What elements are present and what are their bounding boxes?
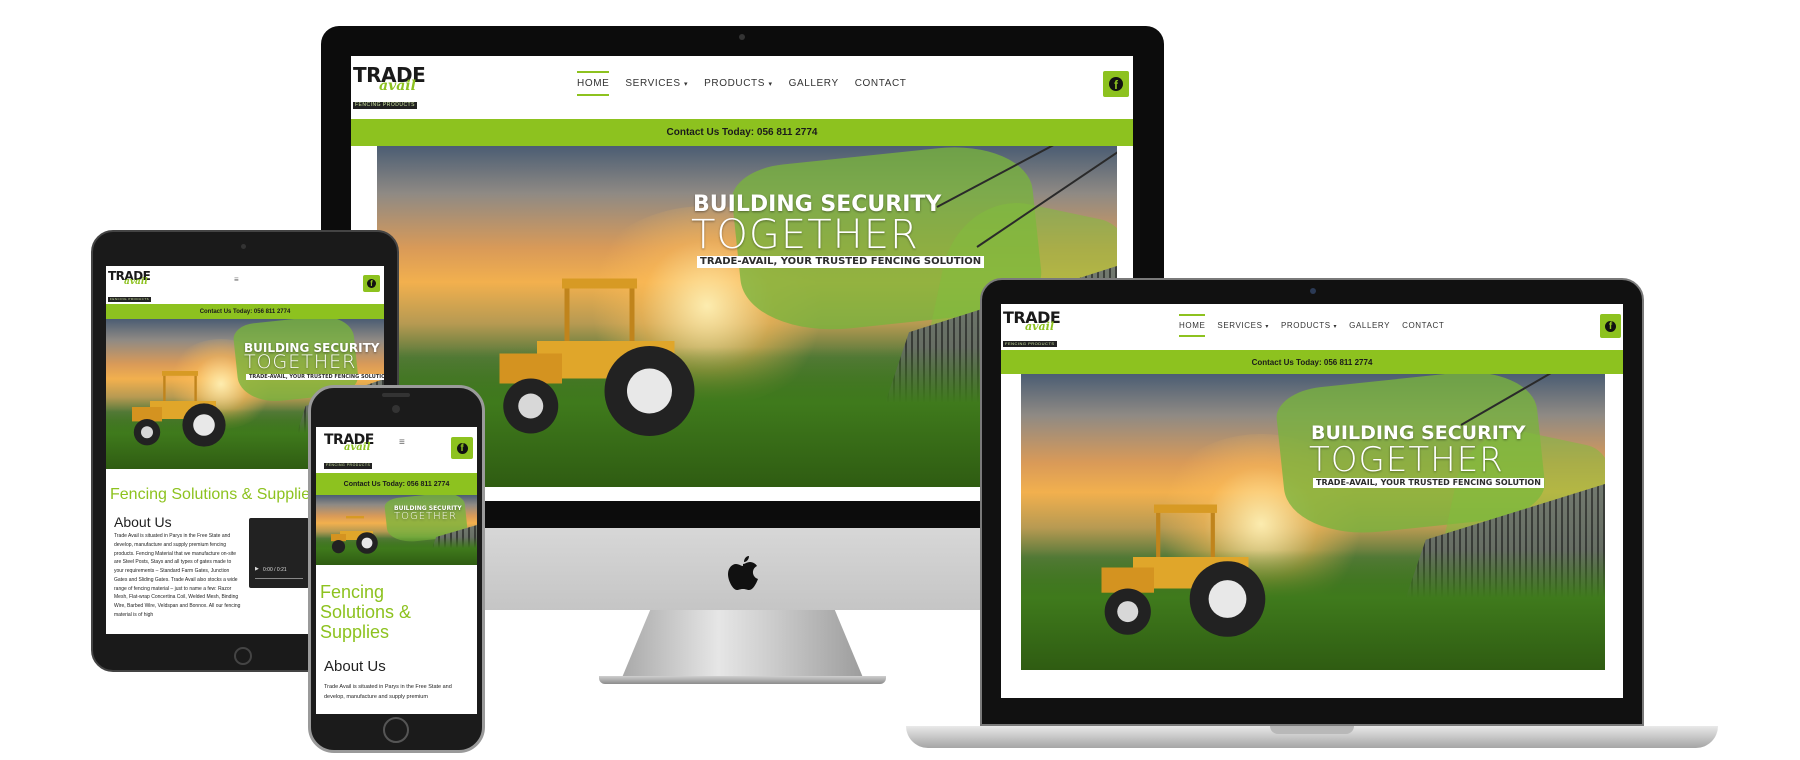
- logo-text-script: avail: [124, 277, 148, 287]
- contact-bar[interactable]: Contact Us Today: 056 811 2774: [1001, 350, 1623, 374]
- about-title: About Us: [324, 658, 386, 675]
- chevron-down-icon: ▾: [684, 80, 689, 88]
- hero-title-line2: TOGETHER: [1309, 440, 1504, 480]
- video-player[interactable]: ▶ 0:00 / 0:21: [249, 518, 309, 588]
- contact-bar[interactable]: Contact Us Today: 056 811 2774: [106, 304, 384, 319]
- hamburger-menu-icon[interactable]: ≡: [399, 437, 405, 448]
- facebook-icon: f: [367, 279, 376, 288]
- about-text: Trade Avail is situated in Parys in the …: [324, 684, 452, 700]
- hero-tagline: TRADE-AVAIL, YOUR TRUSTED FENCING SOLUTI…: [1313, 478, 1544, 488]
- webcam: [739, 34, 745, 40]
- nav-gallery[interactable]: GALLERY: [1349, 321, 1390, 330]
- logo-tagline: FENCING PRODUCTS: [353, 102, 417, 109]
- nav-services[interactable]: SERVICES ▾: [1217, 321, 1269, 330]
- nav-services[interactable]: SERVICES ▾: [625, 78, 688, 89]
- chevron-down-icon: ▾: [768, 80, 773, 88]
- facebook-button[interactable]: f: [1600, 314, 1621, 338]
- section-title: Fencing Solutions & Suppliers: [110, 486, 324, 503]
- nav-services-label: SERVICES: [1217, 320, 1263, 330]
- site-header: TRADE avail FENCING PRODUCTS HOME SERVIC…: [1001, 304, 1623, 347]
- nav-products-label: PRODUCTS: [1280, 320, 1331, 330]
- phone-device: TRADE avail FENCING PRODUCTS ≡ f Contact…: [308, 385, 485, 753]
- brand-logo[interactable]: TRADE avail FENCING PRODUCTS: [324, 433, 374, 471]
- main-nav: HOME SERVICES ▾ PRODUCTS ▾ GALLERY CONTA…: [1179, 313, 1444, 337]
- brand-logo[interactable]: TRADE avail FENCING PRODUCTS: [1003, 310, 1061, 350]
- tablet-home-button[interactable]: [234, 647, 252, 665]
- hero-title-line2: TOGETHER: [394, 511, 457, 522]
- site-header: TRADE avail FENCING PRODUCTS HOME SERVIC…: [351, 56, 1133, 116]
- laptop-screen: TRADE avail FENCING PRODUCTS HOME SERVIC…: [1001, 304, 1623, 698]
- logo-tagline: FENCING PRODUCTS: [324, 463, 373, 469]
- phone-camera: [392, 405, 400, 413]
- nav-services-label: SERVICES: [625, 77, 681, 89]
- about-text: Trade Avail is situated in Parys in the …: [114, 533, 241, 618]
- facebook-icon: f: [1109, 77, 1123, 91]
- tablet-camera: [241, 244, 246, 249]
- monitor-stand: [621, 610, 864, 680]
- phone-speaker: [382, 393, 410, 397]
- phone-home-button[interactable]: [383, 717, 409, 743]
- video-progress[interactable]: [255, 578, 303, 579]
- hero-banner: BUILDING SECURITY TOGETHER TRADE-AVAIL, …: [1021, 374, 1605, 670]
- play-icon[interactable]: ▶: [255, 566, 259, 572]
- nav-products[interactable]: PRODUCTS ▾: [1281, 321, 1337, 330]
- nav-gallery[interactable]: GALLERY: [789, 78, 839, 89]
- tractor-illustration: [1101, 504, 1266, 637]
- nav-products[interactable]: PRODUCTS ▾: [704, 78, 772, 89]
- laptop-webcam: [1310, 288, 1316, 294]
- nav-home[interactable]: HOME: [577, 70, 610, 96]
- section-title: Fencing Solutions & Supplies: [320, 582, 412, 642]
- site-header: TRADE avail FENCING PRODUCTS ≡ f: [106, 266, 384, 302]
- nav-home[interactable]: HOME: [1179, 313, 1206, 337]
- phone-screen: TRADE avail FENCING PRODUCTS ≡ f Contact…: [316, 427, 477, 714]
- brand-logo[interactable]: TRADE avail FENCING PRODUCTS: [108, 270, 152, 305]
- video-time: 0:00 / 0:21: [263, 567, 287, 573]
- hero-tagline: TRADE-AVAIL, YOUR TRUSTED FENCING SOLUTI…: [697, 256, 985, 268]
- hero-title-line2: TOGETHER: [244, 351, 357, 373]
- facebook-icon: f: [1605, 320, 1616, 332]
- tractor-illustration: [499, 278, 695, 436]
- site-header: TRADE avail FENCING PRODUCTS ≡ f: [316, 427, 477, 471]
- facebook-button[interactable]: f: [451, 437, 473, 459]
- facebook-button[interactable]: f: [363, 275, 380, 292]
- laptop-device: TRADE avail FENCING PRODUCTS HOME SERVIC…: [906, 278, 1718, 748]
- contact-bar[interactable]: Contact Us Today: 056 811 2774: [316, 473, 477, 495]
- hero-banner: BUILDING SECURITY TOGETHER: [316, 495, 477, 565]
- chevron-down-icon: ▾: [1333, 323, 1338, 330]
- facebook-icon: f: [456, 442, 468, 454]
- main-nav: HOME SERVICES ▾ PRODUCTS ▾ GALLERY CONTA…: [577, 70, 907, 96]
- chevron-down-icon: ▾: [1265, 323, 1269, 330]
- devices-mockup: TRADE avail FENCING PRODUCTS HOME SERVIC…: [0, 0, 1800, 760]
- logo-tagline: FENCING PRODUCTS: [1003, 341, 1057, 347]
- brand-logo[interactable]: TRADE avail FENCING PRODUCTS: [353, 65, 426, 111]
- logo-text-script: avail: [344, 442, 371, 453]
- tractor-illustration: [132, 371, 226, 447]
- apple-logo-icon: [728, 556, 758, 590]
- contact-bar[interactable]: Contact Us Today: 056 811 2774: [351, 119, 1133, 146]
- logo-tagline: FENCING PRODUCTS: [108, 297, 152, 302]
- hamburger-menu-icon[interactable]: ≡: [234, 275, 239, 284]
- about-title: About Us: [114, 514, 172, 530]
- tractor-illustration: [331, 516, 378, 554]
- nav-products-label: PRODUCTS: [704, 77, 766, 89]
- laptop-opening-notch: [1270, 726, 1354, 734]
- nav-contact[interactable]: CONTACT: [1402, 321, 1444, 330]
- facebook-button[interactable]: f: [1103, 71, 1129, 97]
- hero-tagline: TRADE-AVAIL, YOUR TRUSTED FENCING SOLUTI…: [246, 374, 384, 380]
- hero-title-line2: TOGETHER: [691, 212, 919, 258]
- monitor-foot: [599, 676, 886, 684]
- nav-contact[interactable]: CONTACT: [855, 78, 907, 89]
